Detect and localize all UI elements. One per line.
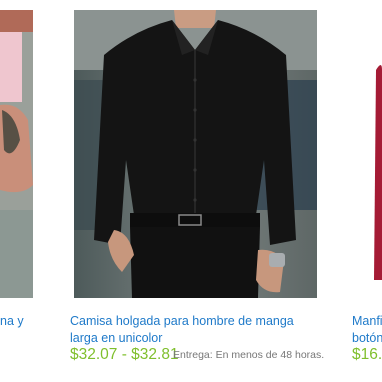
product-title-center[interactable]: Camisa holgada para hombre de manga larg… <box>70 313 320 347</box>
product-image-right[interactable] <box>352 10 382 298</box>
product-card-right[interactable]: Manfi botón $16.8 <box>352 0 382 382</box>
product-card-center[interactable]: Camisa holgada para hombre de manga larg… <box>70 0 325 382</box>
product-image-center[interactable] <box>74 10 317 298</box>
product-photo-center <box>74 10 317 298</box>
product-card-left[interactable]: na y <box>0 0 40 382</box>
product-title-left[interactable]: na y <box>0 313 40 330</box>
product-title-right[interactable]: Manfi botón <box>352 313 382 347</box>
delivery-info-center: Entrega: En menos de 48 horas. <box>173 349 325 361</box>
product-price-right: $16.8 <box>352 346 382 363</box>
product-photo-right <box>352 10 382 298</box>
product-image-left[interactable] <box>0 10 33 298</box>
product-price-center: $32.07 - $32.81 <box>70 346 179 363</box>
product-photo-left <box>0 10 33 298</box>
